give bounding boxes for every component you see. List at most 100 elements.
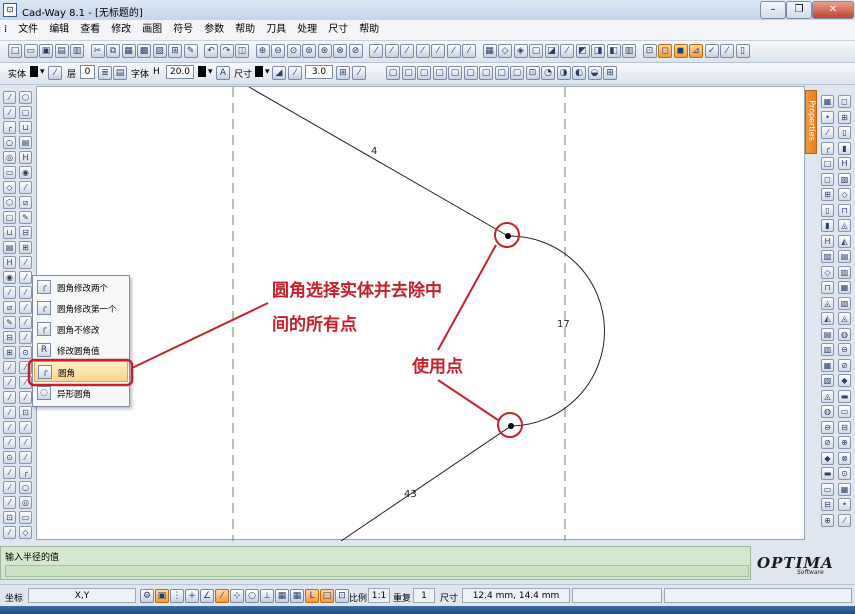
grid-snap-2-icon[interactable]: ▦ <box>290 589 304 603</box>
main-tool-45-icon[interactable]: ▯ <box>735 44 750 58</box>
grid-snap-icon[interactable]: ▣ <box>155 589 169 603</box>
main-tool-42-icon[interactable]: ⊿ <box>689 44 703 58</box>
draw-tool-0-icon[interactable]: ⁄ <box>3 91 16 104</box>
symbol-tool-7-icon[interactable]: ▯ <box>821 203 834 217</box>
symbol-tool-6-icon[interactable]: ⊞ <box>821 188 834 201</box>
table-snap-icon[interactable]: ▦ <box>275 589 289 603</box>
draw-tool-27-icon[interactable]: ⁄ <box>3 496 16 509</box>
draw-tool-12-icon[interactable]: ◉ <box>3 271 16 284</box>
display-tool-2-icon[interactable]: ▢ <box>417 66 431 80</box>
display-tool-11-icon[interactable]: ◑ <box>556 66 571 80</box>
modify-tool-21-icon[interactable]: ⊡ <box>19 406 32 419</box>
modify-tool-9-icon[interactable]: ⊟ <box>19 226 32 239</box>
main-tool-38-icon[interactable]: ▥ <box>622 44 636 58</box>
special-tool-26-icon[interactable]: • <box>838 498 851 511</box>
main-tool-10-icon[interactable]: ⊞ <box>168 44 182 58</box>
modify-tool-25-icon[interactable]: ╭ <box>19 466 32 479</box>
draw-tool-28-icon[interactable]: ⊡ <box>3 511 16 524</box>
main-tool-8-icon[interactable]: ▩ <box>137 44 151 58</box>
special-tool-6-icon[interactable]: ◇ <box>838 188 851 201</box>
draw-tool-21-icon[interactable]: ⁄ <box>3 406 16 419</box>
modify-tool-27-icon[interactable]: ◎ <box>19 496 32 509</box>
entity-color-dropdown-icon[interactable]: ▾ <box>40 67 45 77</box>
main-tool-31-icon[interactable]: ◈ <box>513 44 528 58</box>
draw-tool-17-icon[interactable]: ⊞ <box>3 346 16 359</box>
symbol-tool-13-icon[interactable]: ◬ <box>821 296 834 310</box>
ortho-icon[interactable]: ⁄ <box>215 589 229 603</box>
main-tool-37-icon[interactable]: ◧ <box>606 44 621 58</box>
repeat-field[interactable]: 1 <box>413 588 435 603</box>
menu-view[interactable]: 查看 <box>75 20 106 40</box>
drawing-canvas[interactable]: 4 17 43 <box>36 86 805 542</box>
draw-tool-11-icon[interactable]: H <box>3 256 16 269</box>
symbol-tool-24-icon[interactable]: ▬ <box>821 467 834 480</box>
symbol-tool-0-icon[interactable]: ▦ <box>821 95 834 108</box>
main-tool-34-icon[interactable]: ⁄ <box>560 44 574 58</box>
special-tool-0-icon[interactable]: ◻ <box>838 95 851 108</box>
menu-help-2[interactable]: 帮助 <box>354 20 385 40</box>
cad-app-icon[interactable]: ⊡ <box>3 3 17 17</box>
menu-tool[interactable]: 刀具 <box>261 20 292 40</box>
flyout-item-fillet-no-modify[interactable]: ╭ 圆角不修改 <box>34 319 128 340</box>
snap-settings-icon[interactable]: ⚙ <box>140 589 154 603</box>
draw-tool-3-icon[interactable]: ○ <box>3 136 16 149</box>
perpendicular-icon[interactable]: ⊥ <box>260 589 274 603</box>
main-tool-20-icon[interactable]: ⊗ <box>333 44 347 58</box>
main-tool-23-icon[interactable]: ⁄ <box>384 44 399 58</box>
display-tool-0-icon[interactable]: ▢ <box>386 66 400 80</box>
main-tool-28-icon[interactable]: ⁄ <box>462 44 476 58</box>
snap-lock-icon[interactable]: ⊡ <box>335 589 349 603</box>
modify-tool-19-icon[interactable]: ⁄ <box>19 376 32 389</box>
draw-tool-14-icon[interactable]: ⧄ <box>3 301 16 314</box>
text-style-icon[interactable]: A <box>216 66 230 80</box>
menu-help-1[interactable]: 帮助 <box>230 20 261 40</box>
draw-tool-22-icon[interactable]: ⁄ <box>3 421 16 434</box>
symbol-tool-3-icon[interactable]: ╭ <box>821 141 834 155</box>
dimension-edit-icon[interactable]: ⁄ <box>352 66 366 80</box>
minimize-icon[interactable]: – <box>760 1 786 19</box>
main-tool-6-icon[interactable]: ⧉ <box>106 44 120 58</box>
dimension-color-dropdown-icon[interactable]: ▾ <box>265 67 270 77</box>
main-tool-4-icon[interactable]: ▥ <box>70 44 84 58</box>
main-tool-1-icon[interactable]: ▭ <box>23 44 38 58</box>
special-tool-2-icon[interactable]: ▯ <box>838 126 851 139</box>
special-tool-25-icon[interactable]: ▦ <box>838 482 851 496</box>
draw-tool-20-icon[interactable]: ⁄ <box>3 391 16 404</box>
fillet-arc[interactable] <box>507 235 605 427</box>
layer-props-icon[interactable]: ▤ <box>113 66 127 80</box>
modify-tool-7-icon[interactable]: ⧄ <box>19 196 32 209</box>
draw-tool-8-icon[interactable]: ▢ <box>3 211 16 224</box>
draw-tool-29-icon[interactable]: ⁄ <box>3 526 16 539</box>
text-color-swatch[interactable] <box>198 66 206 77</box>
special-tool-10-icon[interactable]: ▤ <box>838 250 851 263</box>
symbol-tool-18-icon[interactable]: ▧ <box>821 374 834 387</box>
dimension-value-input[interactable]: 3.0 <box>305 65 333 79</box>
menu-file[interactable]: 文件 <box>13 20 44 40</box>
modify-tool-4-icon[interactable]: H <box>19 151 32 164</box>
symbol-tool-4-icon[interactable]: □ <box>821 157 834 170</box>
display-tool-6-icon[interactable]: ▢ <box>479 66 493 80</box>
main-tool-35-icon[interactable]: ◩ <box>575 44 590 58</box>
command-input[interactable] <box>5 565 749 577</box>
main-tool-43-icon[interactable]: ✓ <box>704 44 719 58</box>
center-snap-icon[interactable]: ○ <box>245 589 259 603</box>
special-tool-14-icon[interactable]: ◬ <box>838 312 851 325</box>
main-tool-22-icon[interactable]: ⁄ <box>369 44 383 58</box>
special-tool-16-icon[interactable]: ⊖ <box>838 343 851 356</box>
draw-tool-24-icon[interactable]: ⊙ <box>3 451 16 464</box>
draw-tool-4-icon[interactable]: ◎ <box>3 151 16 164</box>
menu-symbol[interactable]: 符号 <box>168 20 199 40</box>
main-tool-9-icon[interactable]: ▨ <box>152 44 167 58</box>
scale-field[interactable]: 1:1 <box>368 588 390 603</box>
restore-icon[interactable]: ❐ <box>786 1 812 19</box>
line-top[interactable] <box>248 86 509 237</box>
modify-tool-20-icon[interactable]: ⁄ <box>19 391 32 404</box>
menu-params[interactable]: 参数 <box>199 20 230 40</box>
main-tool-21-icon[interactable]: ⊘ <box>348 44 363 58</box>
symbol-tool-1-icon[interactable]: • <box>821 110 834 124</box>
main-tool-5-icon[interactable]: ✂ <box>90 44 105 58</box>
coord-mode-field[interactable]: X,Y <box>28 588 136 603</box>
main-tool-32-icon[interactable]: ▢ <box>529 44 543 58</box>
main-tool-3-icon[interactable]: ▤ <box>54 44 69 58</box>
menu-modify[interactable]: 修改 <box>106 20 137 40</box>
